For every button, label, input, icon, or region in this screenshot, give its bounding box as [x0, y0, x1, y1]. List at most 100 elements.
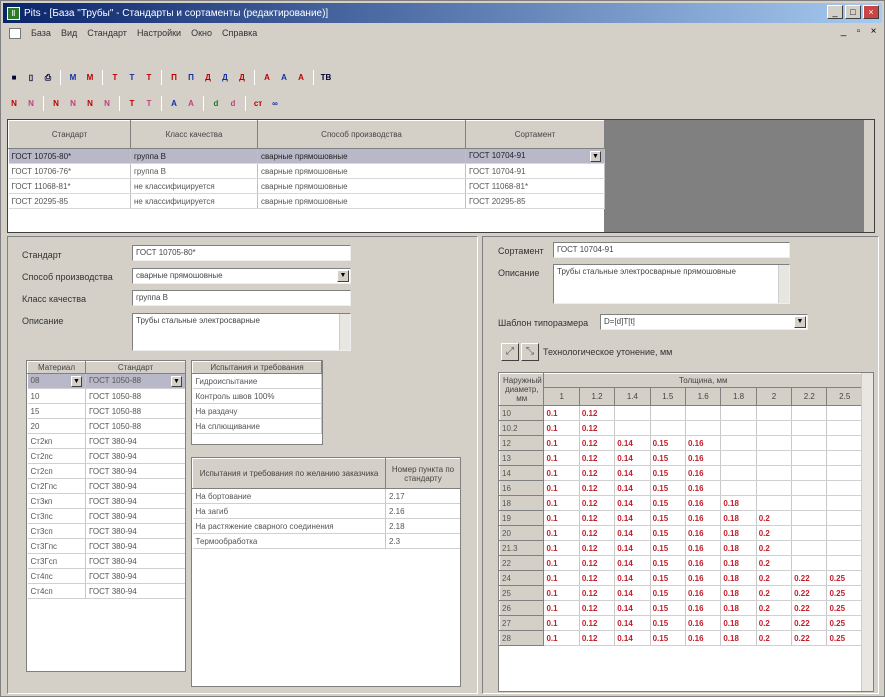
- table-row[interactable]: Термообработка 2.3: [192, 533, 460, 549]
- table-cell[interactable]: сварные прямошовные: [257, 163, 466, 179]
- thinning-cell[interactable]: [756, 450, 793, 466]
- thinning-cell[interactable]: [756, 480, 793, 496]
- thinning-cell[interactable]: 0.16: [685, 450, 722, 466]
- thinning-cell[interactable]: 0.18: [720, 570, 757, 586]
- thinning-cell[interactable]: [720, 465, 757, 481]
- thinning-cell[interactable]: [826, 465, 863, 481]
- thinning-cell[interactable]: 0.14: [614, 540, 651, 556]
- table-cell[interactable]: Ст4пс: [27, 568, 86, 584]
- table-cell[interactable]: На растяжение сварного соединения: [192, 518, 386, 534]
- diameter-cell[interactable]: 24: [499, 570, 545, 586]
- thinning-cell[interactable]: 0.15: [650, 630, 686, 646]
- thickness-col-header[interactable]: 1.4: [614, 387, 651, 406]
- thinning-cell[interactable]: [614, 405, 651, 421]
- table-row[interactable]: 10 0.1 0.12: [499, 405, 863, 421]
- thinning-cell[interactable]: 0.2: [756, 585, 793, 601]
- table-cell[interactable]: сварные прямошовные: [257, 148, 466, 164]
- table-cell[interactable]: ГОСТ 380-94: [85, 523, 185, 539]
- menu-window[interactable]: Окно: [191, 28, 212, 38]
- toolbar-button[interactable]: Д: [235, 70, 249, 85]
- table-row[interactable]: Ст3Гпс ГОСТ 380-94: [27, 538, 185, 554]
- thinning-cell[interactable]: [756, 420, 793, 436]
- thinning-cell[interactable]: 0.18: [720, 555, 757, 571]
- template-dropdown-arrow-icon[interactable]: ▼: [794, 316, 806, 328]
- diameter-cell[interactable]: 20: [499, 525, 545, 541]
- toolbar-button[interactable]: N: [7, 96, 21, 111]
- table-row[interactable]: 16 0.1 0.12 0.14 0.15 0.16: [499, 480, 863, 496]
- thinning-cell[interactable]: [826, 420, 863, 436]
- table-row[interactable]: 25 0.1 0.12 0.14 0.15 0.16 0.18 0.2 0.22 0.25: [499, 585, 863, 601]
- thinning-cell[interactable]: 0.22: [791, 600, 828, 616]
- table-cell[interactable]: На сплющивание: [192, 418, 322, 434]
- diameter-cell[interactable]: 16: [499, 480, 545, 496]
- thinning-cell[interactable]: 0.2: [756, 630, 793, 646]
- table-row[interactable]: Гидроиспытание: [192, 373, 322, 389]
- thinning-cell[interactable]: 0.12: [579, 585, 616, 601]
- table-cell[interactable]: ГОСТ 1050-88: [85, 388, 185, 404]
- thinning-cell[interactable]: 0.1: [543, 570, 580, 586]
- thinning-cell[interactable]: 0.1: [543, 540, 580, 556]
- thinning-cell[interactable]: 0.22: [791, 570, 828, 586]
- tests-header[interactable]: Испытания и требования: [192, 361, 322, 374]
- standard-input[interactable]: ГОСТ 10705-80*: [132, 245, 351, 261]
- thickness-col-header[interactable]: 2.2: [791, 387, 828, 406]
- method-dropdown-arrow-icon[interactable]: ▼: [337, 270, 349, 282]
- sortament-input[interactable]: ГОСТ 10704-91: [553, 242, 790, 258]
- chevron-down-icon[interactable]: ▼: [590, 150, 601, 162]
- table-row[interactable]: Ст3Гсп ГОСТ 380-94: [27, 553, 185, 569]
- thickness-col-header[interactable]: 1.6: [684, 387, 722, 406]
- table-cell[interactable]: ГОСТ 1050-88 ▼: [85, 373, 185, 389]
- thinning-cell[interactable]: [720, 420, 757, 436]
- thinning-cell[interactable]: 0.15: [650, 570, 686, 586]
- table-row[interactable]: Ст2кп ГОСТ 380-94: [27, 433, 185, 449]
- toolbar-button[interactable]: T: [108, 70, 122, 85]
- table-row[interactable]: ГОСТ 20295-85 не классифицируется сварные …: [8, 193, 605, 209]
- toolbar-button[interactable]: ∞: [268, 96, 282, 111]
- table-row[interactable]: На сплющивание: [192, 418, 322, 434]
- table-row[interactable]: Ст3сп ГОСТ 380-94: [27, 523, 185, 539]
- thinning-cell[interactable]: 0.2: [756, 570, 793, 586]
- thinning-cell[interactable]: [756, 435, 793, 451]
- thinning-cell[interactable]: 0.16: [685, 510, 722, 526]
- thinning-cell[interactable]: 0.12: [579, 465, 616, 481]
- thinning-cell[interactable]: 0.12: [579, 525, 616, 541]
- thinning-cell[interactable]: 0.1: [543, 450, 580, 466]
- toolbar-button[interactable]: ▯: [24, 70, 38, 85]
- thinning-cell[interactable]: 0.14: [614, 510, 651, 526]
- toolbar-button[interactable]: ■: [7, 70, 21, 85]
- thickness-header[interactable]: Толщина, мм: [543, 373, 863, 388]
- table-cell[interactable]: ГОСТ 380-94: [85, 433, 185, 449]
- menu-standard[interactable]: Стандарт: [87, 28, 127, 38]
- diameter-cell[interactable]: 13: [499, 450, 545, 466]
- thinning-cell[interactable]: [791, 465, 828, 481]
- thinning-cell[interactable]: 0.14: [614, 630, 651, 646]
- table-row[interactable]: 12 0.1 0.12 0.14 0.15 0.16: [499, 435, 863, 451]
- table-row[interactable]: На загиб 2.16: [192, 503, 460, 519]
- thinning-cell[interactable]: [826, 495, 863, 511]
- thinning-cell[interactable]: [826, 435, 863, 451]
- toolbar-button[interactable]: d: [226, 96, 240, 111]
- table-row[interactable]: 20 0.1 0.12 0.14 0.15 0.16 0.18 0.2: [499, 525, 863, 541]
- thinning-cell[interactable]: 0.25: [826, 630, 863, 646]
- thinning-cell[interactable]: 0.15: [650, 525, 686, 541]
- table-row[interactable]: Ст2пс ГОСТ 380-94: [27, 448, 185, 464]
- toolbar-button[interactable]: T: [142, 96, 156, 111]
- sort-description-scrollbar[interactable]: [778, 265, 789, 303]
- diameter-cell[interactable]: 22: [499, 555, 545, 571]
- toolbar-button[interactable]: M: [66, 70, 80, 85]
- table-cell[interactable]: На раздачу: [192, 403, 322, 419]
- table-cell[interactable]: Ст2кп: [27, 433, 86, 449]
- table-cell[interactable]: Ст3сп: [27, 523, 86, 539]
- table-row[interactable]: ГОСТ 10705-80* группа В сварные прямошовны…: [8, 148, 605, 164]
- thickness-col-header[interactable]: 2.5: [826, 387, 863, 406]
- thinning-cell[interactable]: 0.12: [579, 420, 616, 436]
- thinning-cell[interactable]: 0.18: [720, 495, 757, 511]
- thinning-cell[interactable]: [756, 405, 793, 421]
- thinning-cell[interactable]: 0.12: [579, 570, 616, 586]
- dia-header[interactable]: Наружный диаметр, мм: [499, 373, 545, 406]
- toolbar-button[interactable]: ст: [251, 96, 265, 111]
- table-row[interactable]: 19 0.1 0.12 0.14 0.15 0.16 0.18 0.2: [499, 510, 863, 526]
- table-cell[interactable]: Ст2сп: [27, 463, 86, 479]
- col-header-sortament[interactable]: Сортамент: [465, 120, 605, 149]
- diameter-cell[interactable]: 25: [499, 585, 545, 601]
